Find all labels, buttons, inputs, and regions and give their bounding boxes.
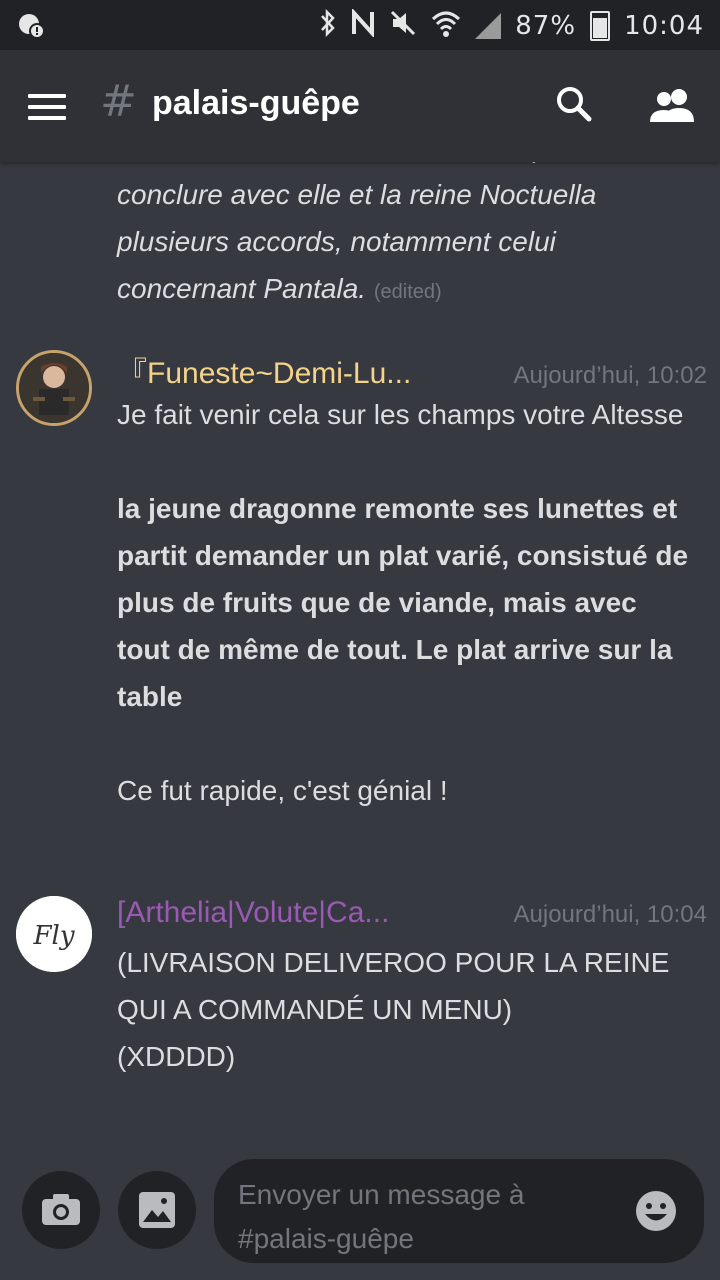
message-timestamp: Aujourd’hui, 10:02 xyxy=(513,362,707,389)
message-body: Je fait venir cela sur les champs votre … xyxy=(117,391,697,814)
edited-label: (edited) xyxy=(373,281,442,303)
wifi-icon xyxy=(431,9,461,44)
gallery-button[interactable] xyxy=(118,1171,196,1249)
message-author[interactable]: 『Funeste~Demi-Lu... xyxy=(117,348,411,392)
notification-icon xyxy=(18,12,46,45)
message-list[interactable]: conversation, son oeil est vif. J'espère… xyxy=(0,162,720,1147)
message-input[interactable]: Envoyer un message à #palais-guêpe xyxy=(214,1159,704,1263)
avatar-lettering: Fly xyxy=(32,921,74,951)
signal-icon xyxy=(475,13,502,39)
message-body: (LIVRAISON DELIVEROO POUR LA REINE QUI A… xyxy=(117,939,697,1080)
previous-line: concernant Pantala. xyxy=(117,273,367,304)
emoji-icon[interactable] xyxy=(634,1189,678,1233)
camera-button[interactable] xyxy=(22,1171,100,1249)
message-paragraph: (XDDDD) xyxy=(117,1041,236,1072)
search-icon[interactable] xyxy=(556,86,592,122)
status-bar: 87% 10:04 xyxy=(0,0,720,50)
camera-icon xyxy=(42,1194,80,1225)
avatar[interactable]: Fly xyxy=(16,896,92,972)
members-icon[interactable] xyxy=(650,88,696,124)
battery-percent: 87% xyxy=(515,11,577,41)
message-paragraph: Ce fut rapide, c'est génial ! xyxy=(117,775,448,806)
message-input-placeholder: Envoyer un message à #palais-guêpe xyxy=(238,1179,525,1254)
channel-title: palais-guêpe xyxy=(152,84,360,122)
avatar[interactable] xyxy=(16,350,92,426)
message-author[interactable]: [Arthelia|Volute|Ca... xyxy=(117,896,389,930)
image-icon xyxy=(139,1192,175,1228)
message-composer: Envoyer un message à #palais-guêpe xyxy=(0,1147,720,1280)
message-timestamp: Aujourd’hui, 10:04 xyxy=(513,901,707,928)
message-paragraph-bold: la jeune dragonne remonte ses lunettes e… xyxy=(117,493,689,712)
hamburger-menu-icon[interactable] xyxy=(28,94,66,120)
message-paragraph: Je fait venir cela sur les champs votre … xyxy=(117,399,684,430)
clock: 10:04 xyxy=(624,11,704,41)
nfc-icon xyxy=(351,7,375,44)
channel-header: # palais-guêpe xyxy=(0,50,720,162)
message-paragraph: (LIVRAISON DELIVEROO POUR LA REINE QUI A… xyxy=(117,947,670,1025)
previous-line: conclure avec elle et la reine Noctuella xyxy=(117,179,597,210)
battery-icon xyxy=(590,11,611,41)
previous-line: conversation, son oeil est vif. J'espère xyxy=(117,162,677,171)
previous-message-text: conversation, son oeil est vif. J'espère… xyxy=(117,162,677,316)
mute-icon xyxy=(389,9,417,44)
locked-channel-hash-icon: # xyxy=(100,76,137,127)
bluetooth-icon xyxy=(319,8,337,44)
previous-line: plusieurs accords, notamment celui xyxy=(117,226,556,257)
